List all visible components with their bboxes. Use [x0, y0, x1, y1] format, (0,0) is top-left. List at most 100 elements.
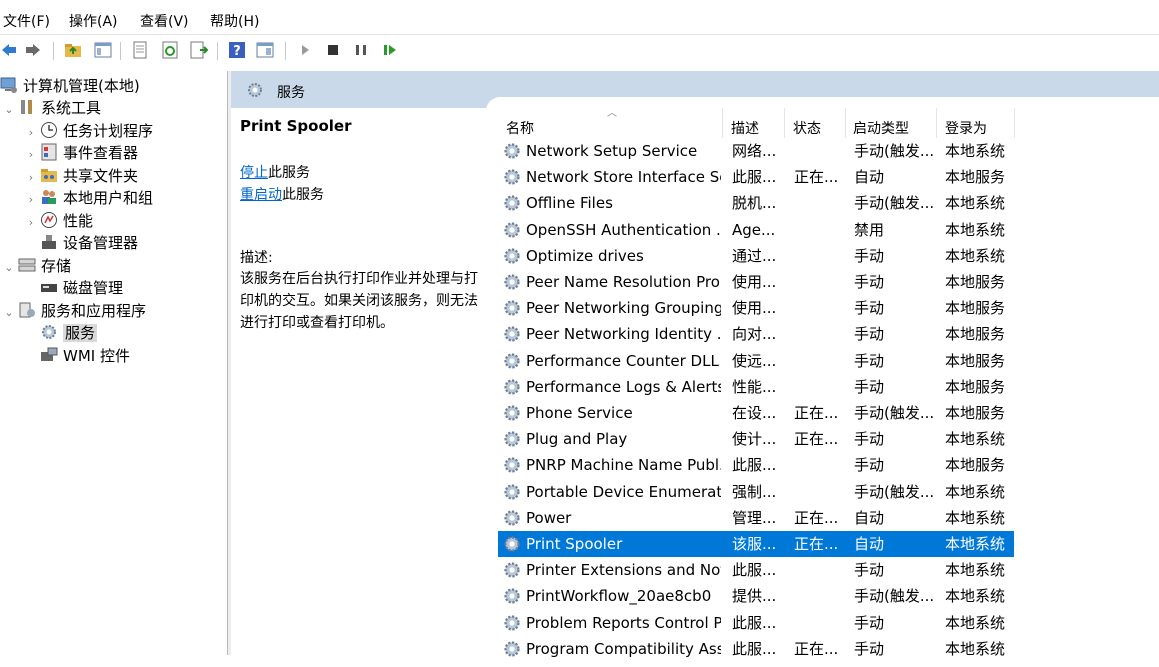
table-row[interactable]: Performance Logs & Alerts 性能... 手动 本地服务	[498, 374, 1014, 400]
service-logon-cell: 本地系统	[945, 535, 1006, 553]
column-divider[interactable]	[784, 108, 785, 138]
resume-icon[interactable]	[381, 41, 399, 59]
storage-icon	[18, 258, 36, 272]
standard-tab-edge	[486, 97, 1159, 111]
table-row[interactable]: Print Spooler 该服... 正在... 自动 本地系统	[498, 531, 1014, 557]
table-row[interactable]: OpenSSH Authentication ... Age... 禁用 本地系统	[498, 217, 1014, 243]
play-icon[interactable]	[296, 41, 314, 59]
service-name-cell: Power	[526, 508, 572, 527]
table-row[interactable]: Portable Device Enumerat... 强制... 手动(触发...…	[498, 479, 1014, 505]
table-row[interactable]: Performance Counter DLL ... 使远... 手动 本地服务	[498, 348, 1014, 374]
wmi-icon	[41, 347, 58, 361]
tree-item-wmi-control[interactable]: WMI 控件	[40, 345, 130, 367]
show-hide-tree-icon[interactable]	[94, 41, 112, 59]
service-name-cell: Performance Counter DLL ...	[526, 351, 721, 370]
menu-action[interactable]: 操作(A)	[69, 11, 118, 31]
properties-icon[interactable]	[131, 41, 149, 59]
service-description-cell: 使用...	[732, 273, 777, 291]
tree-item-services-and-applications[interactable]: ⌄ 服务和应用程序	[0, 300, 146, 322]
gear-icon	[502, 429, 522, 449]
table-row[interactable]: Optimize drives 通过... 手动 本地系统	[498, 243, 1014, 269]
refresh-icon[interactable]	[161, 41, 179, 59]
up-folder-icon[interactable]	[64, 41, 82, 59]
tree-item-event-viewer[interactable]: › 事件查看器	[22, 142, 138, 164]
tree-item-performance[interactable]: › 性能	[22, 210, 93, 232]
chevron-down-icon[interactable]: ⌄	[0, 257, 18, 279]
menu-view[interactable]: 查看(V)	[140, 11, 189, 31]
service-name-cell: Problem Reports Control P...	[526, 613, 721, 632]
service-logon-cell: 本地服务	[945, 168, 1006, 187]
chevron-right-icon[interactable]: ›	[22, 212, 40, 234]
service-status-cell: 正在...	[794, 508, 839, 527]
chevron-down-icon[interactable]: ⌄	[0, 99, 18, 121]
column-divider[interactable]	[722, 108, 723, 138]
service-startup-type-cell: 手动	[854, 299, 885, 318]
service-logon-cell: 本地系统	[945, 142, 1006, 160]
tree-item-shared-folders[interactable]: › 共享文件夹	[22, 165, 138, 187]
table-row[interactable]: Problem Reports Control P... 此服... 手动 本地系统	[498, 610, 1014, 636]
service-description-cell: 提供...	[732, 587, 777, 606]
chevron-right-icon[interactable]: ›	[22, 189, 40, 211]
stop-service-link[interactable]: 停止	[240, 165, 268, 181]
service-name-cell: OpenSSH Authentication ...	[526, 220, 721, 239]
table-row[interactable]: Printer Extensions and Noti... 此服... 手动 本地系…	[498, 557, 1014, 583]
service-name-cell: Peer Networking Identity ...	[526, 325, 721, 344]
table-row[interactable]: Offline Files 脱机... 手动(触发... 本地系统	[498, 190, 1014, 216]
column-divider[interactable]	[936, 108, 937, 138]
gear-icon	[502, 534, 522, 554]
tree-item-computer-management[interactable]: 计算机管理(本地)	[0, 75, 140, 97]
table-row[interactable]: Peer Networking Grouping 使用... 手动 本地服务	[498, 295, 1014, 321]
gear-icon	[502, 508, 522, 528]
column-divider[interactable]	[1014, 108, 1015, 138]
computer-management-icon	[0, 77, 17, 93]
tree-item-local-users[interactable]: › 本地用户和组	[22, 187, 153, 209]
tree-item-task-scheduler[interactable]: › 任务计划程序	[22, 120, 153, 142]
gear-icon	[502, 586, 522, 606]
tree-item-system-tools[interactable]: ⌄ 系统工具	[0, 97, 101, 119]
table-row[interactable]: Plug and Play 使计... 正在... 手动 本地系统	[498, 426, 1014, 452]
table-row[interactable]: Network Setup Service 网络... 手动(触发... 本地系统	[498, 138, 1014, 164]
tree-item-services[interactable]: 服务	[40, 322, 98, 344]
service-description-cell: 该服...	[732, 535, 777, 553]
table-row[interactable]: Peer Name Resolution Pro... 使用... 手动 本地服务	[498, 269, 1014, 295]
service-logon-cell: 本地系统	[945, 482, 1006, 501]
chevron-down-icon[interactable]: ⌄	[0, 302, 18, 324]
table-row[interactable]: PrintWorkflow_20ae8cb0 提供... 手动(触发... 本地系统	[498, 583, 1014, 609]
service-description-cell: 使计...	[732, 430, 777, 449]
tree-item-storage[interactable]: ⌄ 存储	[0, 255, 71, 277]
chevron-right-icon[interactable]: ›	[22, 167, 40, 189]
table-row[interactable]: Power 管理... 正在... 自动 本地系统	[498, 505, 1014, 531]
system-tools-icon	[21, 100, 32, 114]
menu-help[interactable]: 帮助(H)	[210, 11, 259, 31]
tree-item-disk-management[interactable]: 磁盘管理	[40, 277, 123, 299]
table-row[interactable]: Peer Networking Identity ... 向对... 手动 本地服务	[498, 321, 1014, 347]
service-description-cell: 向对...	[732, 325, 777, 344]
chevron-right-icon[interactable]: ›	[22, 122, 40, 144]
service-status-cell: 正在...	[794, 639, 839, 658]
chevron-right-icon[interactable]: ›	[22, 144, 40, 166]
service-description: 该服务在后台执行打印作业并处理与打印机的交互。如果关闭该服务，则无法进行打印或查…	[240, 271, 478, 331]
back-icon[interactable]	[0, 41, 18, 59]
menu-file[interactable]: 文件(F)	[3, 11, 50, 31]
gear-icon	[502, 403, 522, 423]
tree-item-device-manager[interactable]: 设备管理器	[40, 232, 138, 254]
export-list-icon[interactable]	[190, 41, 208, 59]
table-row[interactable]: PNRP Machine Name Publ... 此服... 手动 本地服务	[498, 452, 1014, 478]
help-icon[interactable]: ?	[228, 41, 246, 59]
gear-icon	[502, 298, 522, 318]
stop-icon[interactable]	[324, 41, 342, 59]
gear-icon	[502, 193, 522, 213]
table-row[interactable]: Network Store Interface Se... 此服... 正在... 自…	[498, 164, 1014, 190]
table-row[interactable]: Phone Service 在设... 正在... 手动(触发... 本地服务	[498, 400, 1014, 426]
pause-icon[interactable]	[352, 41, 370, 59]
services-content: Print Spooler 停止此服务 重启动此服务 描述: 该服务在后台执行打…	[231, 97, 1159, 658]
restart-service-link[interactable]: 重启动	[240, 187, 282, 203]
description-label: 描述:	[240, 250, 273, 266]
device-manager-icon	[42, 235, 56, 249]
toolbar-separator	[285, 42, 286, 60]
service-name-cell: PNRP Machine Name Publ...	[526, 456, 721, 475]
forward-icon[interactable]	[24, 41, 42, 59]
show-action-pane-icon[interactable]	[256, 41, 274, 59]
column-divider[interactable]	[845, 108, 846, 138]
table-row[interactable]: Program Compatibility Assi... 此服... 正在... 手…	[498, 636, 1014, 662]
